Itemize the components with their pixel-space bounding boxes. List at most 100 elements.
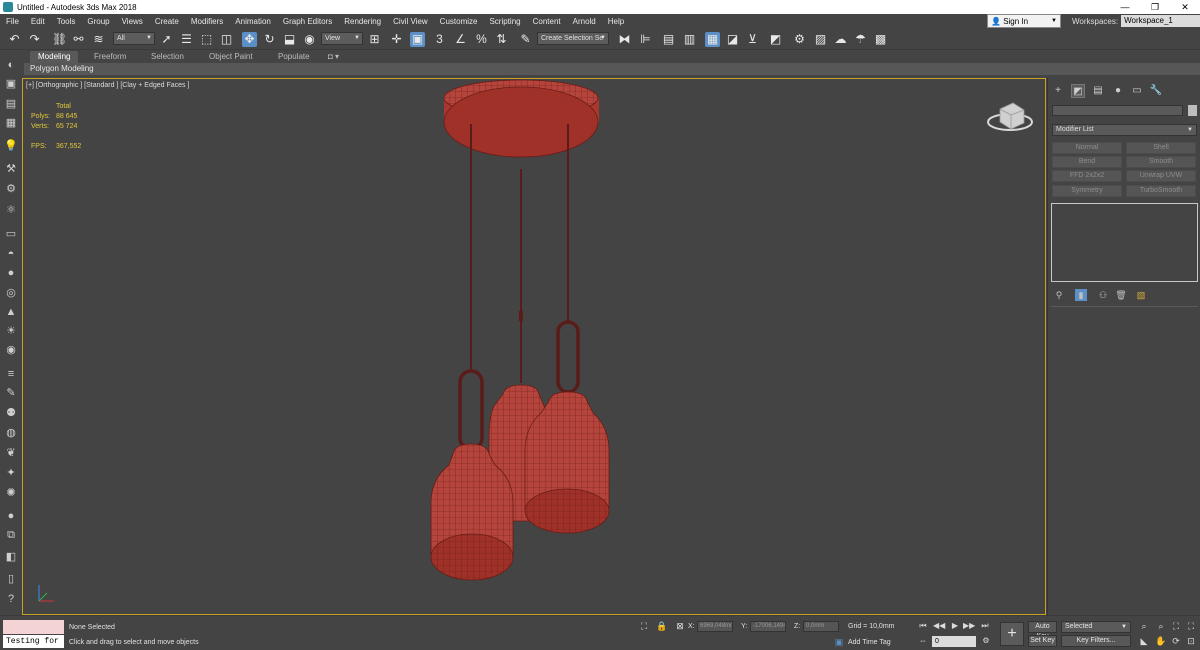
modifier-ffd-button[interactable]: FFD 2x2x2 xyxy=(1052,170,1122,182)
tool-icon[interactable]: ⚒ xyxy=(3,162,19,176)
z-coord-field[interactable]: 0,0mm xyxy=(803,621,839,632)
link-icon[interactable]: ⛓ xyxy=(52,32,67,47)
render-in-cloud-icon[interactable]: ☂ xyxy=(853,32,868,47)
maxscript-input[interactable]: Testing for ... xyxy=(3,635,64,648)
zoom-extents-icon[interactable]: ⛶ xyxy=(1170,620,1182,632)
modifier-shell-button[interactable]: Shell xyxy=(1126,142,1196,154)
layer-icon[interactable]: ▣ xyxy=(3,77,19,91)
move-icon[interactable]: ✥ xyxy=(242,32,257,47)
menu-help[interactable]: Help xyxy=(602,14,630,29)
edit-named-selection-icon[interactable]: ✎ xyxy=(518,32,533,47)
snaps-toggle-icon[interactable]: 3 xyxy=(432,32,447,47)
mirror-icon[interactable]: ⧓ xyxy=(617,32,632,47)
sun-icon[interactable]: ☀ xyxy=(3,324,19,338)
bind-space-warp-icon[interactable]: ≋ xyxy=(91,32,106,47)
time-configuration-icon[interactable]: ⚙ xyxy=(980,635,992,647)
tab-modeling[interactable]: Modeling xyxy=(30,51,79,63)
modifier-symmetry-button[interactable]: Symmetry xyxy=(1052,185,1122,197)
perspective-viewport[interactable]: [+] [Orthographic ] [Standard ] [Clay + … xyxy=(22,78,1046,615)
current-frame-field[interactable]: 0 xyxy=(932,636,976,647)
remove-modifier-icon[interactable]: 🗑 xyxy=(1115,289,1127,301)
tab-object-paint[interactable]: Object Paint xyxy=(201,51,261,63)
menu-civil-view[interactable]: Civil View xyxy=(387,14,434,29)
undo-icon[interactable]: ↶ xyxy=(7,32,22,47)
time-tag-icon[interactable]: ▣ xyxy=(833,636,845,648)
auto-key-button[interactable]: Auto Key xyxy=(1028,621,1057,640)
show-end-result-icon[interactable]: ▮ xyxy=(1075,289,1087,301)
cone-icon[interactable]: ▲ xyxy=(3,305,19,319)
minimize-button[interactable]: — xyxy=(1110,0,1140,14)
scale-icon[interactable]: ⬓ xyxy=(282,32,297,47)
toggle-ribbon-icon[interactable]: ▦ xyxy=(705,32,720,47)
tab-populate[interactable]: Populate xyxy=(270,51,318,63)
select-manipulate-icon[interactable]: ✛ xyxy=(389,32,404,47)
menu-animation[interactable]: Animation xyxy=(229,14,277,29)
menu-group[interactable]: Group xyxy=(81,14,115,29)
configure-modifier-sets-icon[interactable]: ▧ xyxy=(1135,289,1147,301)
set-key-button[interactable]: Set Key xyxy=(1028,635,1057,647)
absolute-mode-icon[interactable]: ⊠ xyxy=(674,620,686,632)
viewcube-icon[interactable] xyxy=(987,102,1033,131)
key-filters-button[interactable]: Key Filters... xyxy=(1061,635,1131,647)
menu-content[interactable]: Content xyxy=(527,14,567,29)
pin-stack-icon[interactable]: ⚲ xyxy=(1053,289,1065,301)
align-icon[interactable]: ⊫ xyxy=(638,32,653,47)
menu-file[interactable]: File xyxy=(0,14,25,29)
x-coord-field[interactable]: 6969,048mm xyxy=(697,621,733,632)
menu-customize[interactable]: Customize xyxy=(434,14,484,29)
a360-gallery-icon[interactable]: ▩ xyxy=(873,32,888,47)
display-tab-icon[interactable]: ▭ xyxy=(1130,84,1144,98)
add-time-tag-button[interactable]: Add Time Tag xyxy=(848,639,891,646)
maximize-viewport-icon[interactable]: ⊡ xyxy=(1185,635,1197,647)
modifier-list-dropdown[interactable]: Modifier List ▼ xyxy=(1052,124,1197,136)
hammer-icon[interactable]: ⚙ xyxy=(3,182,19,196)
redo-icon[interactable]: ↷ xyxy=(27,32,42,47)
toggle-scene-explorer-icon[interactable]: ▤ xyxy=(661,32,676,47)
selection-filter-dropdown[interactable]: All ▼ xyxy=(113,32,155,45)
curve-editor-icon[interactable]: ◪ xyxy=(725,32,740,47)
go-to-start-icon[interactable]: ⏮ xyxy=(917,620,929,632)
next-frame-icon[interactable]: ▶▶ xyxy=(963,620,975,632)
modifier-smooth-button[interactable]: Smooth xyxy=(1126,156,1196,168)
torus-icon[interactable]: ◎ xyxy=(3,286,19,300)
close-button[interactable]: ✕ xyxy=(1170,0,1200,14)
paint-icon[interactable]: ✎ xyxy=(3,386,19,400)
utilities-tab-icon[interactable]: 🔧 xyxy=(1149,84,1163,98)
select-object-icon[interactable]: ➚ xyxy=(159,32,174,47)
character-icon[interactable]: ⚉ xyxy=(3,406,19,420)
scene-list-icon[interactable]: ▤ xyxy=(3,97,19,111)
percent-snap-icon[interactable]: % xyxy=(474,32,489,47)
help-icon[interactable]: ? xyxy=(3,592,19,606)
pivot-center-icon[interactable]: ⊞ xyxy=(367,32,382,47)
menu-create[interactable]: Create xyxy=(149,14,185,29)
pan-icon[interactable]: ✋ xyxy=(1155,635,1167,647)
globe-icon[interactable]: ◉ xyxy=(3,343,19,357)
menu-rendering[interactable]: Rendering xyxy=(338,14,387,29)
maxscript-mini-listener[interactable] xyxy=(3,620,64,634)
isolate-selection-icon[interactable]: ⛶ xyxy=(638,620,650,632)
make-unique-icon[interactable]: ⚇ xyxy=(1097,289,1109,301)
modify-tab-icon[interactable]: ◩ xyxy=(1071,84,1085,98)
tab-freeform[interactable]: Freeform xyxy=(86,51,134,63)
selection-lock-icon[interactable]: 🔒 xyxy=(656,620,668,632)
box-icon[interactable]: ▭ xyxy=(3,227,19,241)
place-icon[interactable]: ◉ xyxy=(302,32,317,47)
modifier-stack-list[interactable] xyxy=(1051,203,1198,282)
ribbon-options-icon[interactable]: ◘ ▾ xyxy=(320,51,347,63)
modifier-bend-button[interactable]: Bend xyxy=(1052,156,1122,168)
table-icon[interactable]: ▦ xyxy=(3,116,19,130)
earth-icon[interactable]: ◍ xyxy=(3,426,19,440)
modifier-normal-button[interactable]: Normal xyxy=(1052,142,1122,154)
menu-arnold[interactable]: Arnold xyxy=(567,14,602,29)
toggle-layer-explorer-icon[interactable]: ▥ xyxy=(682,32,697,47)
polygon-modeling-panel-label[interactable]: Polygon Modeling xyxy=(30,63,94,75)
zoom-all-icon[interactable]: ⌕ xyxy=(1155,620,1167,632)
schematic-view-icon[interactable]: ⊻ xyxy=(745,32,760,47)
menu-views[interactable]: Views xyxy=(116,14,149,29)
rotate-icon[interactable]: ↻ xyxy=(262,32,277,47)
reference-coordinate-dropdown[interactable]: View ▼ xyxy=(321,32,363,45)
field-of-view-icon[interactable]: ◣ xyxy=(1138,635,1150,647)
maximize-button[interactable]: ❐ xyxy=(1140,0,1170,14)
modifier-turbosmooth-button[interactable]: TurboSmooth xyxy=(1126,185,1196,197)
play-icon[interactable]: ▶ xyxy=(949,620,961,632)
